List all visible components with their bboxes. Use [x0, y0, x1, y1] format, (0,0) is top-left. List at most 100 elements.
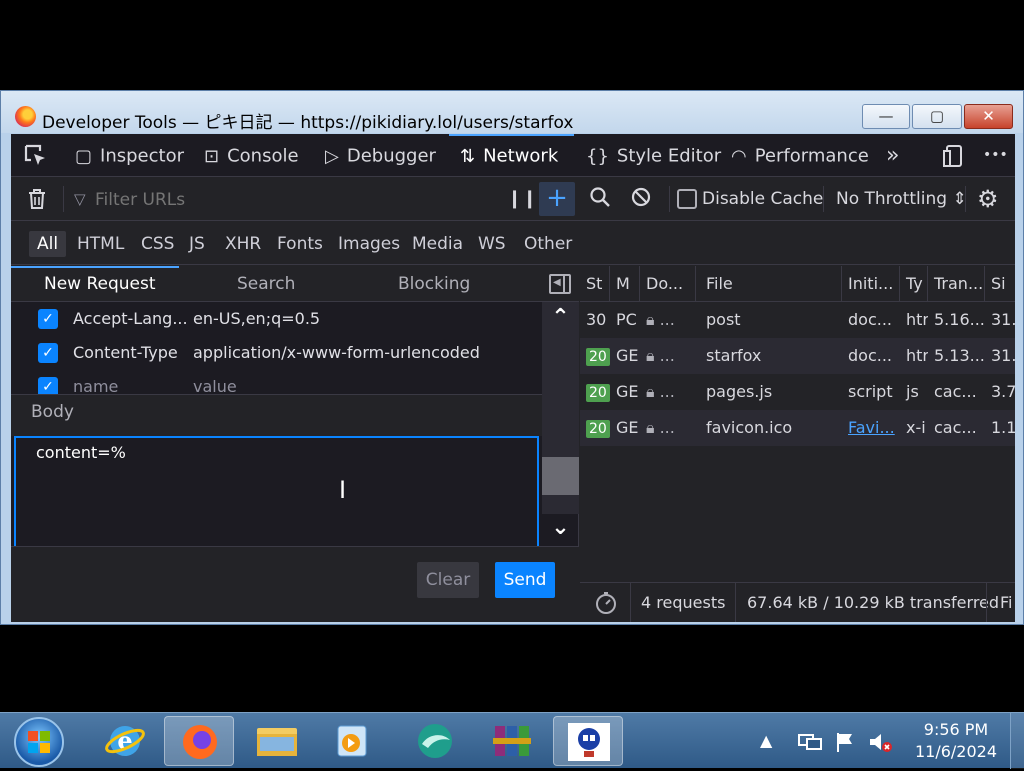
column-file[interactable]: File — [696, 266, 842, 302]
size: 31. — [991, 346, 1015, 365]
tab-network[interactable]: ⇅ Network — [460, 134, 558, 177]
scroll-down-icon[interactable]: ⌄ — [542, 512, 579, 544]
timer-icon[interactable] — [594, 583, 618, 622]
show-desktop-button[interactable] — [1010, 713, 1024, 769]
column-type[interactable]: Ty — [900, 266, 928, 302]
request-row[interactable]: 20 GE 🔒︎ ... favicon.ico Favi... x-i cac… — [580, 410, 1015, 446]
request-body-textarea[interactable]: content=% — [14, 436, 539, 548]
lock-icon: 🔒︎ ... — [646, 382, 675, 401]
start-button[interactable] — [14, 717, 64, 767]
header-name[interactable]: Accept-Lang... — [73, 309, 188, 328]
network-tray-icon[interactable] — [797, 731, 823, 757]
filter-urls-input[interactable] — [73, 187, 493, 213]
type: htr — [906, 346, 928, 365]
send-button[interactable]: Send — [495, 562, 555, 598]
filter-media[interactable]: Media — [404, 231, 471, 257]
clear-button[interactable]: Clear — [417, 562, 479, 598]
file-name: post — [706, 310, 741, 329]
filter-ws[interactable]: WS — [470, 231, 514, 257]
header-enabled-checkbox[interactable]: ✓ — [38, 309, 58, 329]
tab-console[interactable]: ⊡ Console — [204, 134, 299, 177]
type: x-i — [906, 418, 926, 437]
minimize-button[interactable]: — — [862, 104, 910, 129]
devtools-body: ▢ Inspector ⊡ Console ▷ Debugger ⇅ Network {… — [11, 134, 1015, 622]
filter-images[interactable]: Images — [330, 231, 408, 257]
throttling-select[interactable]: No Throttling ⇕ — [836, 189, 967, 209]
filter-js[interactable]: JS — [181, 231, 213, 257]
request-count: 4 requests — [641, 593, 726, 612]
disable-cache-checkbox[interactable] — [677, 189, 697, 209]
filter-css[interactable]: CSS — [133, 231, 182, 257]
winrar-icon[interactable] — [477, 716, 547, 766]
devtools-window: Developer Tools — ピキ日記 — https://pikidia… — [0, 90, 1024, 625]
request-list-header: St M Do... File Initi... Ty Tran... Si — [580, 266, 1015, 302]
column-size[interactable]: Si — [985, 266, 1015, 302]
request-row[interactable]: 30 PC 🔒︎ ... post doc... htr 5.16... 31. — [580, 302, 1015, 338]
app-icon[interactable] — [400, 716, 470, 766]
scroll-up-icon[interactable]: ⌃ — [542, 302, 579, 334]
column-status[interactable]: St — [580, 266, 610, 302]
filter-other[interactable]: Other — [516, 231, 580, 257]
maximize-button[interactable]: ▢ — [912, 104, 962, 129]
toggle-sidebar-icon[interactable]: ◀ — [549, 274, 571, 294]
overflow-tabs-button[interactable]: » — [886, 134, 899, 177]
type-filter-bar: All HTML CSS JS XHR Fonts Images Media W… — [11, 222, 1015, 265]
request-row[interactable]: 20 GE 🔒︎ ... pages.js script js cac... 3… — [580, 374, 1015, 410]
show-hidden-icons-icon[interactable]: ▲ — [760, 731, 772, 750]
file-explorer-icon[interactable] — [242, 716, 312, 766]
filter-xhr[interactable]: XHR — [217, 231, 269, 257]
body-label: Body — [31, 402, 74, 422]
filter-all[interactable]: All — [29, 231, 67, 257]
column-domain[interactable]: Do... — [640, 266, 696, 302]
request-panel-tabs: New Request Search Blocking ◀ — [11, 266, 579, 302]
header-name[interactable]: Content-Type — [73, 343, 178, 362]
status-code: 20 — [580, 410, 610, 446]
settings-gear-icon[interactable]: ⚙ — [977, 186, 999, 212]
action-center-flag-icon[interactable] — [834, 731, 856, 757]
request-row[interactable]: 20 GE 🔒︎ ... starfox doc... htr 5.13... … — [580, 338, 1015, 374]
filter-html[interactable]: HTML — [69, 231, 132, 257]
tab-new-request[interactable]: New Request — [44, 266, 156, 302]
header-enabled-checkbox[interactable]: ✓ — [38, 343, 58, 363]
tab-blocking[interactable]: Blocking — [398, 266, 470, 302]
volume-muted-icon[interactable] — [868, 731, 894, 757]
more-options-button[interactable]: ••• — [983, 134, 1008, 177]
tab-style-editor[interactable]: {} Style Editor — [586, 134, 721, 177]
header-value[interactable]: application/x-www-form-urlencoded — [193, 343, 480, 362]
transferred: 5.13... — [934, 346, 985, 365]
new-request-panel: New Request Search Blocking ◀ ✓ Accept-L… — [11, 266, 579, 622]
internet-explorer-icon[interactable]: e — [90, 716, 160, 766]
search-icon[interactable] — [589, 186, 611, 212]
lock-icon: 🔒︎ ... — [646, 418, 675, 437]
column-initiator[interactable]: Initi... — [842, 266, 900, 302]
title-bar[interactable]: Developer Tools — ピキ日記 — https://pikidia… — [1, 91, 1023, 133]
column-method[interactable]: M — [610, 266, 640, 302]
new-request-button[interactable]: + — [539, 182, 575, 216]
block-icon[interactable] — [631, 187, 651, 211]
divider — [986, 583, 987, 622]
filter-fonts[interactable]: Fonts — [269, 231, 331, 257]
dock-icon[interactable] — [943, 134, 965, 177]
tab-debugger[interactable]: ▷ Debugger — [325, 134, 436, 177]
system-clock[interactable]: 9:56 PM 11/6/2024 — [896, 719, 1016, 763]
initiator: doc... — [848, 346, 892, 365]
close-button[interactable]: ✕ — [964, 104, 1013, 129]
tab-search[interactable]: Search — [237, 266, 295, 302]
media-player-icon[interactable] — [318, 716, 388, 766]
method: GE — [616, 418, 639, 437]
game-icon[interactable] — [553, 716, 623, 766]
element-picker-icon[interactable] — [23, 134, 49, 177]
tab-inspector[interactable]: ▢ Inspector — [75, 134, 184, 177]
tab-performance[interactable]: ◠ Performance — [731, 134, 869, 177]
header-row[interactable]: ✓ Accept-Lang... en-US,en;q=0.5 — [11, 302, 541, 336]
firefox-taskbar-icon[interactable] — [164, 716, 234, 766]
header-value[interactable]: en-US,en;q=0.5 — [193, 309, 320, 328]
header-row[interactable]: ✓ Content-Type application/x-www-form-ur… — [11, 336, 541, 370]
status-badge: 20 — [586, 348, 610, 366]
trash-icon[interactable] — [27, 188, 47, 214]
initiator: script — [848, 382, 893, 401]
column-transferred[interactable]: Tran... — [928, 266, 985, 302]
initiator-link[interactable]: Favi... — [842, 410, 900, 446]
pause-icon[interactable]: ❙❙ — [507, 188, 537, 209]
scrollbar-thumb[interactable] — [542, 457, 579, 495]
